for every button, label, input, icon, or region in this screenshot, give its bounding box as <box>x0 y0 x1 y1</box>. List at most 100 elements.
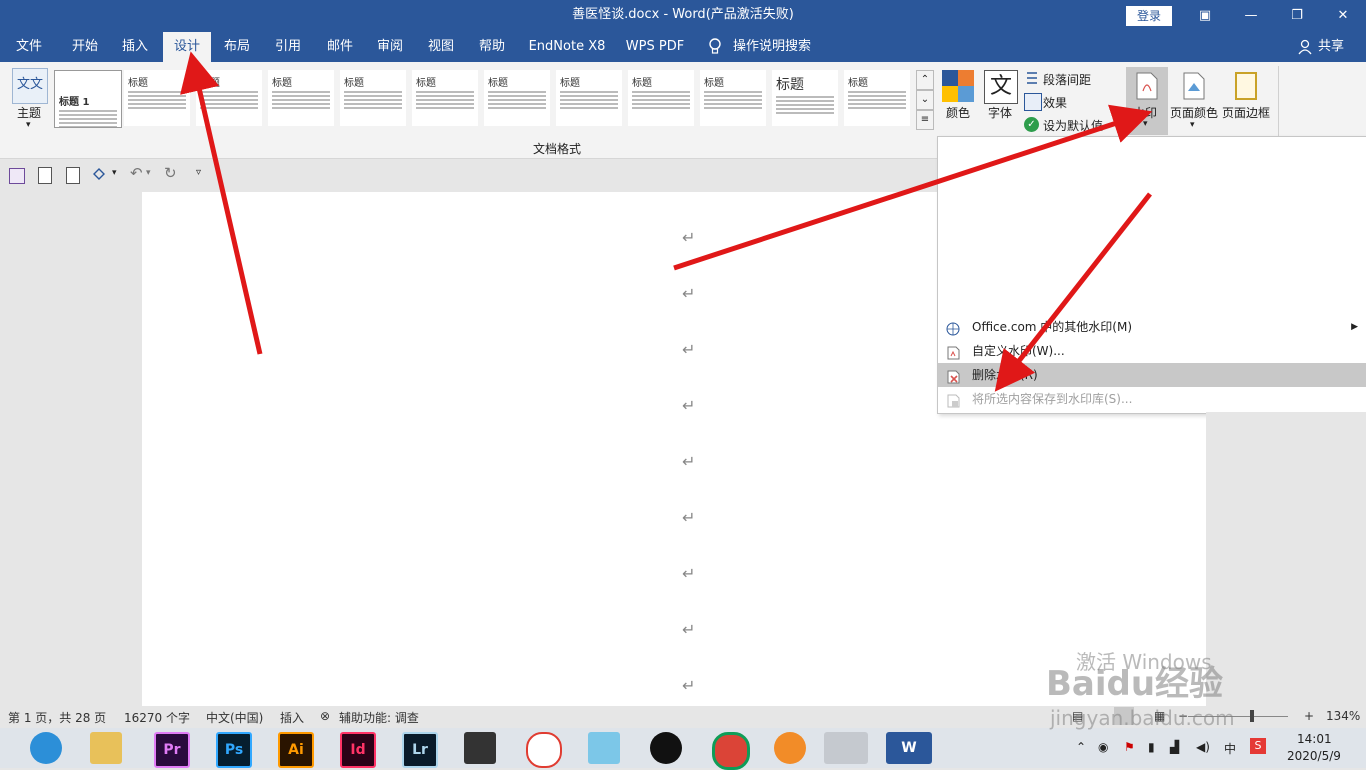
melon-app-icon[interactable] <box>526 732 562 768</box>
shapes-dropdown-icon[interactable]: ▾ <box>112 168 117 178</box>
tab-file[interactable]: 文件 <box>6 32 52 62</box>
gallery-up-icon[interactable]: ⌃ <box>916 70 934 90</box>
tray-wifi-icon[interactable]: ▟ <box>1170 740 1179 754</box>
notes-app-icon[interactable] <box>824 732 868 764</box>
menu-item-custom-watermark[interactable]: 自定义水印(W)... <box>938 339 1366 363</box>
save-icon[interactable] <box>9 168 25 184</box>
tray-qq-icon[interactable]: ◉ <box>1098 740 1108 754</box>
set-default-button[interactable]: 设为默认值 <box>1043 117 1103 134</box>
tray-expand-icon[interactable]: ⌃ <box>1076 740 1086 754</box>
style-set-thumbnail[interactable]: 标题 <box>700 70 766 126</box>
new-document-icon[interactable] <box>38 167 52 184</box>
ribbon-display-icon[interactable]: ▣ <box>1182 0 1228 32</box>
tab-design[interactable]: 设计 <box>163 32 211 62</box>
style-set-thumbnail[interactable]: 标题 <box>412 70 478 126</box>
shapes-icon[interactable] <box>92 167 108 182</box>
tray-sogou-icon[interactable]: S <box>1250 738 1266 754</box>
page-border-button[interactable]: 页面边框 <box>1222 104 1270 121</box>
style-set-thumbnail[interactable]: 标题 1 <box>54 70 122 128</box>
print-preview-icon[interactable] <box>66 167 80 184</box>
style-set-heading: 标题 <box>200 78 220 89</box>
theme-label[interactable]: 主题 <box>17 104 41 121</box>
tab-view[interactable]: 视图 <box>418 32 464 62</box>
colors-label[interactable]: 颜色 <box>946 104 970 121</box>
theme-icon[interactable]: 文文 <box>12 68 48 104</box>
preview-line <box>200 95 258 97</box>
share-button[interactable]: 共享 <box>1316 32 1346 62</box>
login-button[interactable]: 登录 <box>1126 6 1172 26</box>
tab-endnote[interactable]: EndNote X8 <box>528 32 606 62</box>
tab-wps-pdf[interactable]: WPS PDF <box>622 32 688 62</box>
indesign-icon[interactable]: Id <box>340 732 376 768</box>
page-color-button[interactable]: 页面颜色 <box>1170 104 1218 121</box>
zoom-in-icon[interactable]: + <box>1304 709 1314 723</box>
gallery-scroll[interactable]: ⌃ ⌄ ≡ <box>916 70 934 130</box>
tray-security-icon[interactable]: ⚑ <box>1124 740 1135 754</box>
minimize-button[interactable]: — <box>1228 0 1274 32</box>
clock-time[interactable]: 14:01 <box>1297 732 1332 746</box>
illustrator-icon[interactable]: Ai <box>278 732 314 768</box>
customize-qat-icon[interactable]: ▿ <box>196 167 201 178</box>
premiere-icon[interactable]: Pr <box>154 732 190 768</box>
gallery-more-icon[interactable]: ≡ <box>916 110 934 130</box>
zoom-level[interactable]: 134% <box>1326 709 1360 723</box>
word-count[interactable]: 16270 个字 <box>124 709 190 726</box>
undo-icon[interactable]: ↶ <box>130 164 143 182</box>
tab-mailings[interactable]: 邮件 <box>317 32 363 62</box>
fonts-label[interactable]: 字体 <box>988 104 1012 121</box>
tab-home[interactable]: 开始 <box>62 32 108 62</box>
browser-icon[interactable] <box>30 732 62 764</box>
qq-icon[interactable] <box>650 732 682 764</box>
tab-insert[interactable]: 插入 <box>112 32 158 62</box>
style-set-thumbnail[interactable]: 标题 <box>268 70 334 126</box>
style-set-thumbnail[interactable]: 标题 <box>628 70 694 126</box>
colors-icon[interactable] <box>942 70 974 102</box>
tell-me-search[interactable]: 操作说明搜索 <box>732 32 812 62</box>
fonts-icon[interactable]: 文 <box>984 70 1018 104</box>
style-set-thumbnail[interactable]: 标题 <box>484 70 550 126</box>
page-color-dropdown-icon[interactable]: ▾ <box>1190 120 1195 130</box>
style-set-thumbnail[interactable]: 标题 <box>124 70 190 126</box>
tab-help[interactable]: 帮助 <box>469 32 515 62</box>
accessibility-status[interactable]: 辅助功能: 调查 <box>339 709 419 726</box>
menu-item-save-to-gallery[interactable]: 将所选内容保存到水印库(S)... <box>938 387 1366 411</box>
menu-item-office-watermarks[interactable]: Office.com 中的其他水印(M) ▶ <box>938 315 1366 339</box>
gallery-down-icon[interactable]: ⌄ <box>916 90 934 110</box>
style-set-thumbnail[interactable]: 标题 <box>196 70 262 126</box>
tab-review[interactable]: 审阅 <box>367 32 413 62</box>
lightroom-icon[interactable]: Lr <box>402 732 438 768</box>
preview-line <box>632 103 690 105</box>
chrome-icon[interactable] <box>712 732 750 770</box>
redo-icon[interactable]: ↻ <box>164 164 177 182</box>
tray-battery-icon[interactable]: ▮ <box>1148 740 1155 754</box>
taskbar: Pr Ps Ai Id Lr W ⌃ ◉ ⚑ ▮ ▟ ◀) 中 S 14:01 … <box>0 728 1366 770</box>
theme-dropdown-icon[interactable]: ▾ <box>26 120 31 130</box>
clock-date[interactable]: 2020/5/9 <box>1287 749 1341 763</box>
photoshop-icon[interactable]: Ps <box>216 732 252 768</box>
tray-volume-icon[interactable]: ◀) <box>1196 740 1210 754</box>
undo-dropdown-icon[interactable]: ▾ <box>146 168 151 178</box>
file-explorer-icon[interactable] <box>90 732 122 764</box>
tray-ime[interactable]: 中 <box>1224 740 1236 757</box>
menu-item-remove-watermark[interactable]: 删除水印(R) <box>938 363 1366 387</box>
effects-button[interactable]: 效果 <box>1043 94 1067 111</box>
style-set-thumbnail[interactable]: 标题 <box>340 70 406 126</box>
tab-layout[interactable]: 布局 <box>214 32 260 62</box>
restore-button[interactable]: ❐ <box>1274 0 1320 32</box>
fox-app-icon[interactable] <box>774 732 806 764</box>
style-set-thumbnail[interactable]: 标题 <box>772 70 838 126</box>
page-count[interactable]: 第 1 页，共 28 页 <box>8 709 106 726</box>
insert-mode[interactable]: 插入 <box>280 709 304 726</box>
watermark-button[interactable]: 水印 ▾ <box>1126 67 1168 135</box>
style-set-thumbnail[interactable]: 标题 <box>844 70 910 126</box>
close-button[interactable]: ✕ <box>1320 0 1366 32</box>
style-set-thumbnail[interactable]: 标题 <box>556 70 622 126</box>
zoom-slider-thumb[interactable] <box>1250 710 1254 722</box>
cat-app-icon[interactable] <box>588 732 620 764</box>
word-icon[interactable]: W <box>886 732 932 764</box>
video-editor-icon[interactable] <box>464 732 496 764</box>
language[interactable]: 中文(中国) <box>206 709 263 726</box>
paragraph-spacing-button[interactable]: 段落间距 <box>1043 71 1091 88</box>
preview-line <box>200 91 258 93</box>
tab-references[interactable]: 引用 <box>265 32 311 62</box>
